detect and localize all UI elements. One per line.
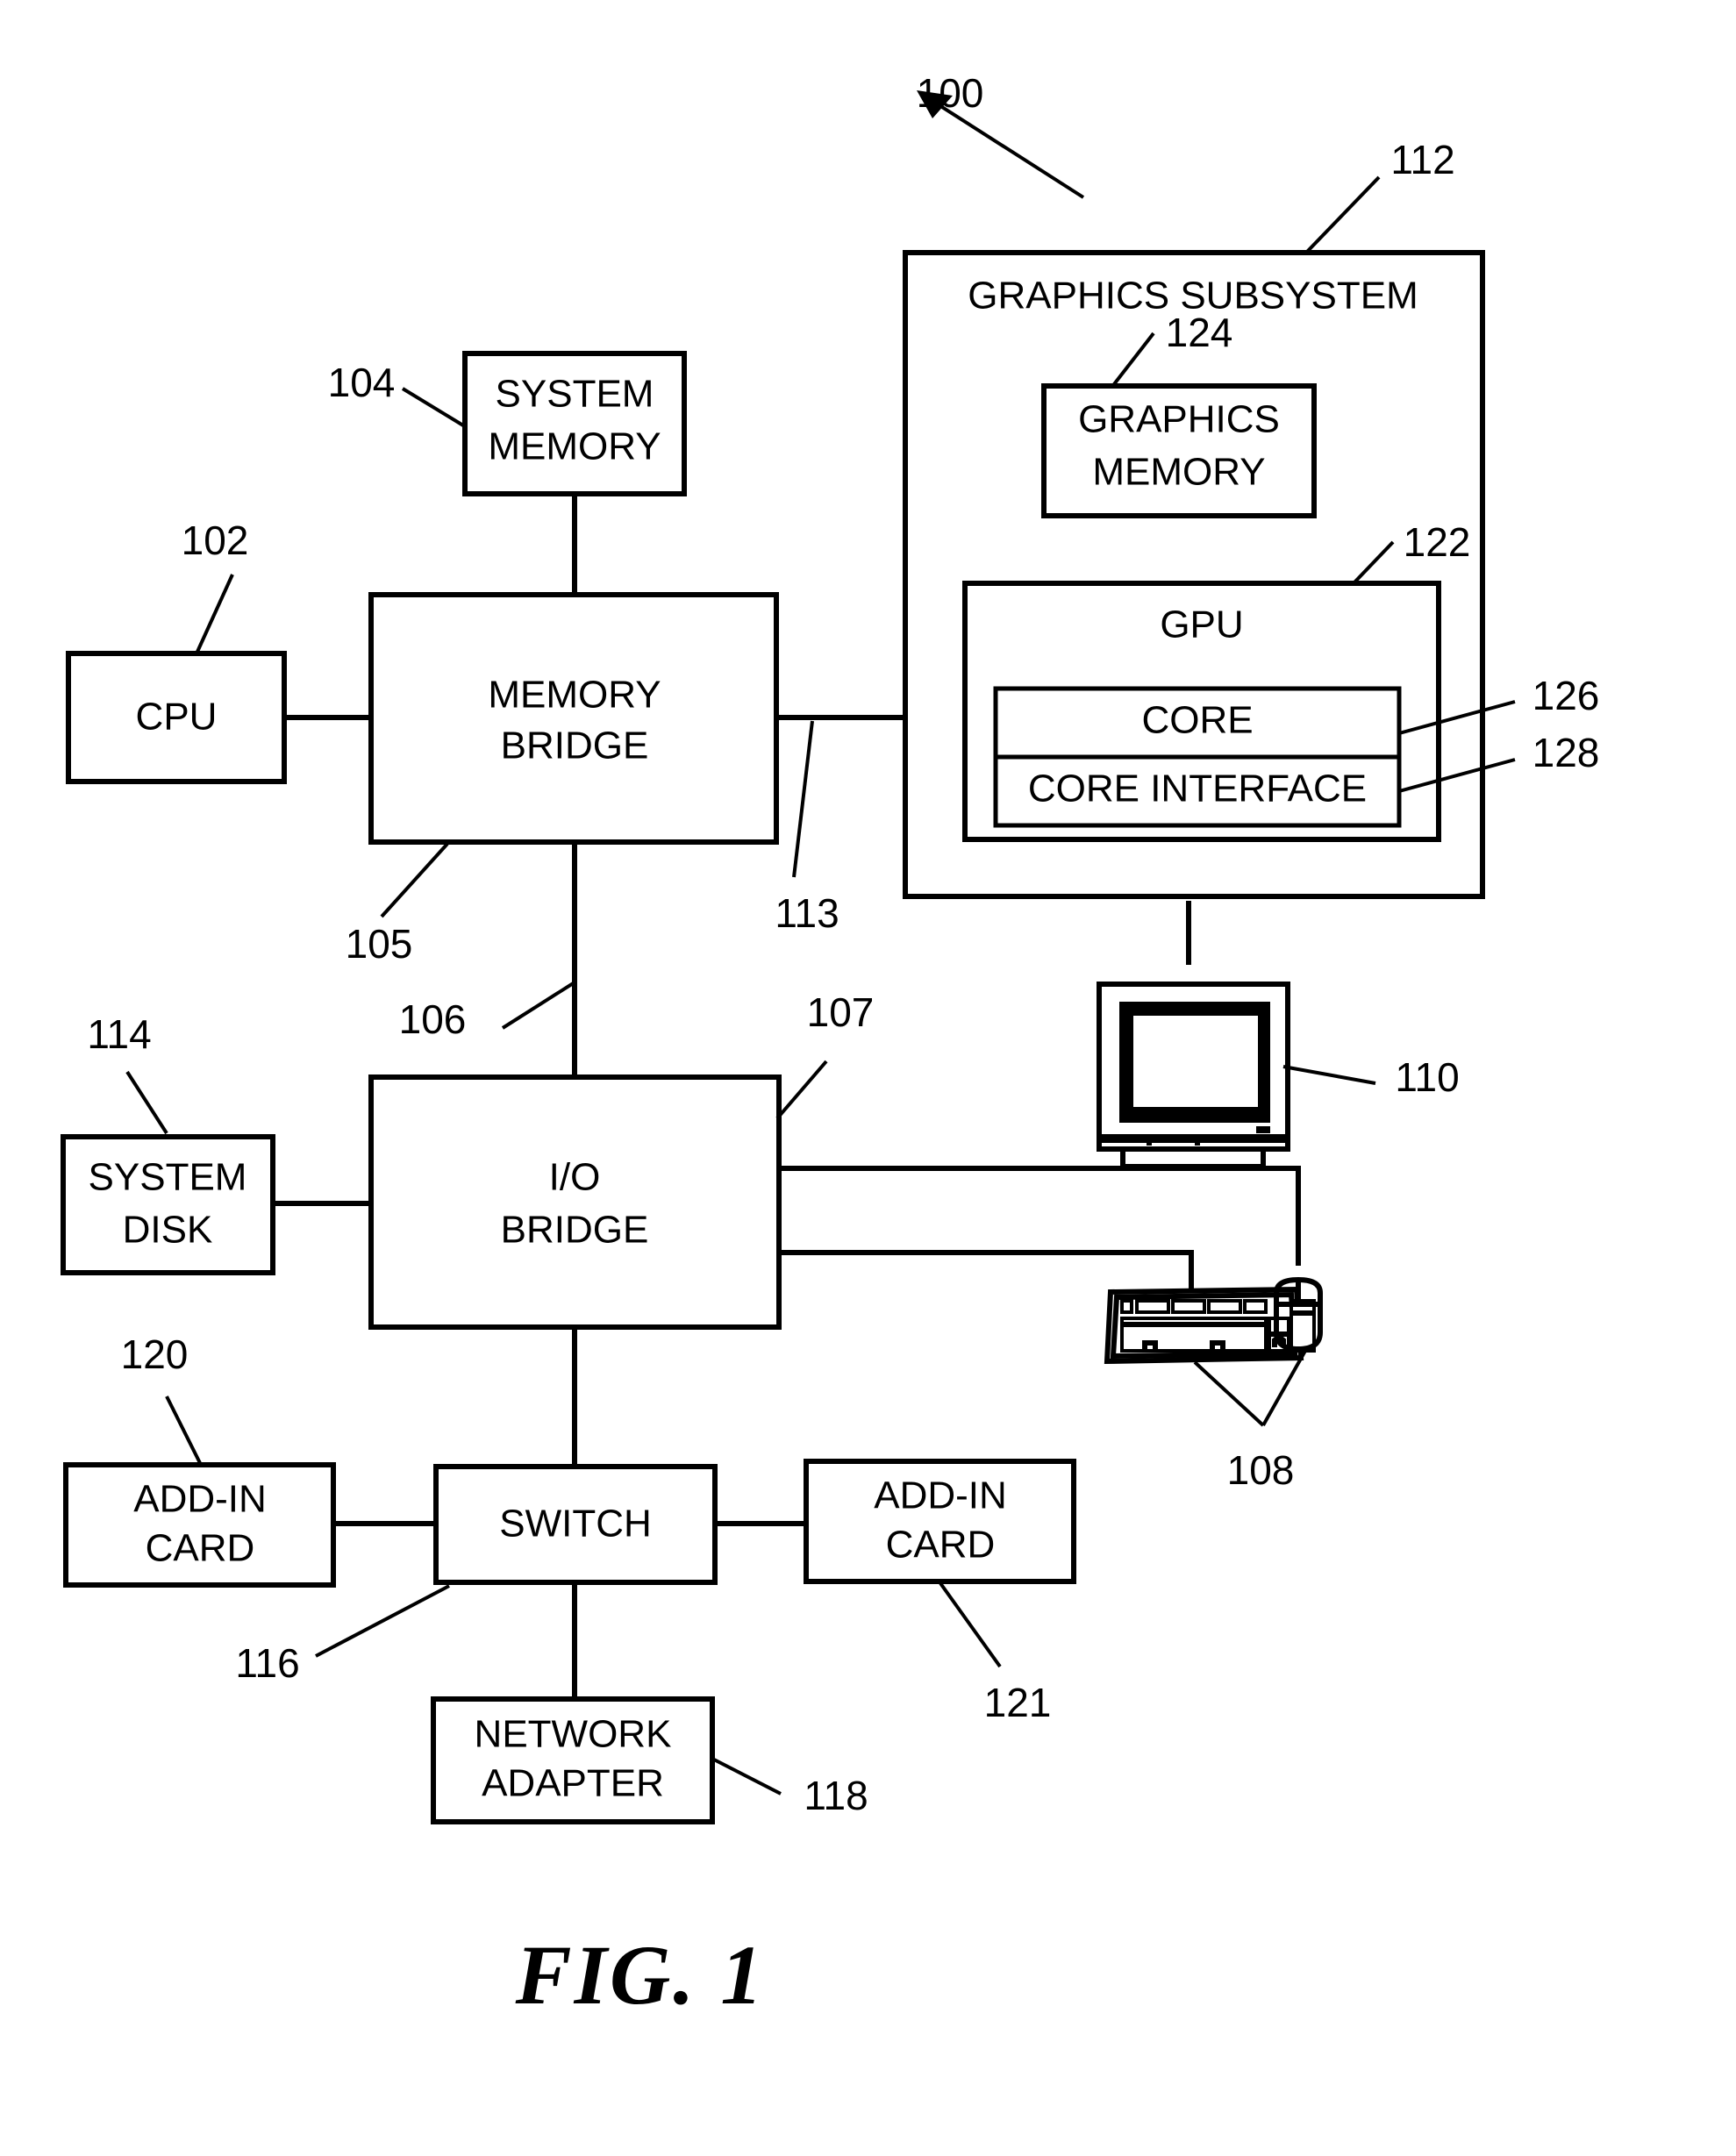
memory-bridge-box <box>368 592 779 845</box>
ref-118: 118 <box>804 1773 868 1818</box>
ref-128: 128 <box>1532 730 1600 775</box>
ref-107: 107 <box>807 989 875 1035</box>
io-bridge-box <box>368 1074 782 1330</box>
leader-112 <box>1305 175 1381 253</box>
leader-102 <box>196 574 234 653</box>
ref-100: 100 <box>917 70 984 116</box>
ref-106: 106 <box>399 996 467 1042</box>
patent-figure-page: GRAPHICS SUBSYSTEM GRAPHICS MEMORY GPU C… <box>0 0 1736 2156</box>
memory-bridge-label-line1: MEMORY <box>488 674 661 717</box>
connection-io-bridge-to-keyboard <box>779 1250 1194 1289</box>
system-disk-label-line1: SYSTEM <box>89 1156 247 1199</box>
leader-104 <box>401 387 465 427</box>
system-disk-label-line2: DISK <box>123 1209 213 1252</box>
leader-114 <box>125 1070 168 1135</box>
leader-108-mouse <box>1261 1350 1307 1426</box>
ref-116: 116 <box>235 1640 299 1686</box>
leader-105 <box>380 842 449 918</box>
gpu-label: GPU <box>1160 603 1243 646</box>
leader-110 <box>1282 1065 1376 1085</box>
leader-107 <box>775 1060 828 1120</box>
display-monitor-icon <box>1097 982 1290 1169</box>
ref-112: 112 <box>1390 137 1454 182</box>
graphics-memory-label-line2: MEMORY <box>1092 451 1265 494</box>
io-bridge-label-line2: BRIDGE <box>501 1209 649 1252</box>
leader-121 <box>939 1581 1002 1668</box>
leader-113 <box>792 720 814 878</box>
io-bridge-label-line1: I/O <box>549 1156 601 1199</box>
switch-label: SWITCH <box>499 1503 652 1546</box>
add-in-card-left-label-line2: CARD <box>146 1527 255 1570</box>
ref-102: 102 <box>182 518 249 563</box>
ref-105: 105 <box>346 921 413 967</box>
keyboard-icon <box>1104 1286 1316 1365</box>
ref-113: 113 <box>775 890 839 936</box>
cpu-label: CPU <box>136 696 218 739</box>
ref-121: 121 <box>984 1680 1052 1725</box>
ref-122: 122 <box>1404 519 1471 565</box>
ref-104: 104 <box>328 360 396 405</box>
graphics-memory-label-line1: GRAPHICS <box>1078 398 1280 441</box>
network-adapter-label-line2: ADAPTER <box>482 1762 664 1805</box>
core-label: CORE <box>1141 699 1253 742</box>
leader-106 <box>501 981 576 1030</box>
leader-108-keyboard <box>1193 1360 1265 1427</box>
leader-120 <box>165 1396 202 1464</box>
add-in-card-right-label-line1: ADD-IN <box>874 1474 1007 1517</box>
leader-118 <box>711 1757 782 1795</box>
add-in-card-right-label-line2: CARD <box>886 1524 996 1567</box>
system-memory-label-line2: MEMORY <box>488 425 661 468</box>
memory-bridge-label-line2: BRIDGE <box>501 725 649 767</box>
ref-114: 114 <box>87 1011 151 1057</box>
network-adapter-label-line1: NETWORK <box>475 1713 672 1756</box>
leader-116 <box>315 1584 450 1658</box>
ref-120: 120 <box>121 1331 189 1377</box>
ref-126: 126 <box>1532 673 1600 718</box>
figure-caption: FIG. 1 <box>515 1928 766 2022</box>
system-memory-label-line1: SYSTEM <box>496 373 654 416</box>
ref-124: 124 <box>1166 310 1233 355</box>
ref-110: 110 <box>1395 1054 1459 1100</box>
ref-108: 108 <box>1227 1447 1295 1493</box>
add-in-card-left-label-line1: ADD-IN <box>133 1478 267 1521</box>
core-interface-label: CORE INTERFACE <box>1028 767 1367 810</box>
system-block-diagram: GRAPHICS SUBSYSTEM GRAPHICS MEMORY GPU C… <box>61 70 1600 2022</box>
